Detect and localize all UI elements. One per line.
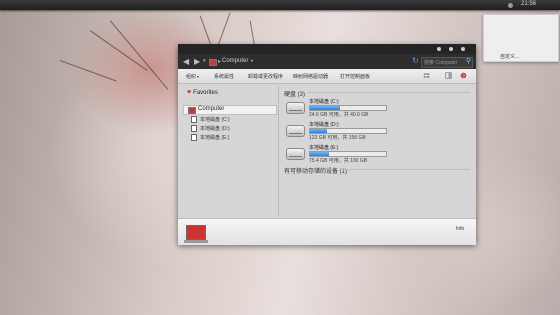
sidebar-item-computer[interactable]: Computer <box>183 105 277 115</box>
explorer-window: ◀ ▶ ▾ ▸ Computer ▸ ↻ 搜索 Computer ⚲ 组织▾ 系… <box>178 44 476 245</box>
window-titlebar[interactable] <box>178 44 476 54</box>
breadcrumb-chevron-icon[interactable]: ▸ <box>251 58 254 64</box>
menu-item-customize[interactable]: 自定义... <box>500 53 519 60</box>
drive-tile-c[interactable]: 本地磁盘 (C:) 24.6 GB 可用，共 40.0 GB <box>286 98 396 118</box>
dropdown-caret-icon: ▾ <box>197 74 200 79</box>
command-bar: 组织▾ 系统属性 卸载或更改程序 映射网络驱动器 打开控制面板 ? <box>178 69 476 84</box>
drive-tile-e[interactable]: 本地磁盘 (E:) 75.4 GB 可用，共 100 GB <box>286 144 396 164</box>
help-icon[interactable]: ? <box>460 72 467 79</box>
drive-name: 本地磁盘 (E:) <box>309 145 339 151</box>
hard-drive-icon <box>286 148 305 160</box>
sidebar-item-favorites[interactable]: ♥ Favorites <box>187 89 218 96</box>
drive-usage-fill <box>310 129 327 133</box>
group-divider <box>342 169 470 170</box>
sidebar-item-drive-e[interactable]: 本地磁盘 (E:) <box>191 134 230 142</box>
organize-button[interactable]: 组织▾ <box>186 73 199 80</box>
uninstall-program-button[interactable]: 卸载或更改程序 <box>248 73 283 80</box>
wallpaper-detail <box>59 60 117 82</box>
pane-divider[interactable] <box>278 86 279 216</box>
hdd-group-header[interactable]: 硬盘 (3) <box>284 89 305 98</box>
preview-pane-icon[interactable] <box>445 72 452 79</box>
map-network-drive-button[interactable]: 映射网络驱动器 <box>293 73 328 80</box>
sidebar-item-label: 本地磁盘 (E:) <box>200 135 230 141</box>
sidebar-item-label: 本地磁盘 (D:) <box>200 126 230 132</box>
drive-name: 本地磁盘 (D:) <box>309 122 339 128</box>
address-bar: ◀ ▶ ▾ ▸ Computer ▸ ↻ 搜索 Computer ⚲ <box>178 54 476 69</box>
search-input[interactable]: 搜索 Computer ⚲ <box>421 57 473 68</box>
drive-name: 本地磁盘 (C:) <box>309 99 339 105</box>
content-pane: 硬盘 (3) 本地磁盘 (C:) 24.6 GB 可用，共 40.0 GB 本地… <box>282 86 472 216</box>
sidebar-item-label: Computer <box>198 106 225 112</box>
drive-usage-fill <box>310 152 329 156</box>
navigation-pane: ♥ Favorites Computer 本地磁盘 (C:) 本地磁盘 (D:) … <box>181 86 277 216</box>
favorites-heart-icon: ♥ <box>187 89 192 96</box>
search-placeholder: 搜索 Computer <box>424 60 458 66</box>
back-arrow-icon[interactable]: ◀ <box>183 58 189 66</box>
recent-pages-chevron-icon[interactable]: ▾ <box>203 58 206 65</box>
drive-icon <box>191 116 197 124</box>
close-button[interactable] <box>461 47 465 51</box>
computer-icon <box>209 59 217 66</box>
minimize-button[interactable] <box>437 47 441 51</box>
open-control-panel-button[interactable]: 打开控制面板 <box>340 73 370 80</box>
organize-label: 组织 <box>186 74 197 80</box>
maximize-button[interactable] <box>449 47 453 51</box>
hard-drive-icon <box>286 125 305 137</box>
top-panel: 21:56 <box>0 0 560 10</box>
drive-free-space: 123 GB 可用，共 158 GB <box>309 135 366 141</box>
panel-clock[interactable]: 21:56 <box>521 1 536 7</box>
drive-icon <box>191 125 197 133</box>
favorites-label: Favorites <box>193 90 218 96</box>
drive-free-space: 75.4 GB 可用，共 100 GB <box>309 158 368 164</box>
breadcrumb-separator-icon[interactable]: ▸ <box>218 58 221 65</box>
hard-drive-icon <box>286 102 305 114</box>
sidebar-item-label: 本地磁盘 (C:) <box>200 117 230 123</box>
removable-group-header[interactable]: 有可移动存储的设备 (1) <box>284 166 347 175</box>
desktop-context-menu: 自定义... <box>483 14 559 62</box>
drive-tile-d[interactable]: 本地磁盘 (D:) 123 GB 可用，共 158 GB <box>286 121 396 141</box>
system-properties-button[interactable]: 系统属性 <box>214 73 234 80</box>
view-options-icon[interactable] <box>423 72 430 79</box>
tray-status-icon[interactable] <box>508 3 513 8</box>
breadcrumb-computer[interactable]: Computer <box>222 58 248 64</box>
info-button[interactable]: Info <box>456 226 464 232</box>
drive-free-space: 24.6 GB 可用，共 40.0 GB <box>309 112 369 118</box>
sidebar-item-drive-d[interactable]: 本地磁盘 (D:) <box>191 125 230 133</box>
drive-icon <box>191 134 197 142</box>
sidebar-item-drive-c[interactable]: 本地磁盘 (C:) <box>191 116 230 124</box>
drive-usage-fill <box>310 106 340 110</box>
search-icon[interactable]: ⚲ <box>466 58 471 66</box>
forward-arrow-icon[interactable]: ▶ <box>194 58 200 66</box>
svg-text:?: ? <box>462 73 465 79</box>
group-divider <box>308 92 470 93</box>
refresh-icon[interactable]: ↻ <box>412 57 419 65</box>
wallpaper-detail <box>89 30 148 72</box>
wallpaper-detail <box>109 20 169 90</box>
details-pane: Info <box>178 218 476 245</box>
computer-icon <box>184 225 208 243</box>
computer-icon <box>188 107 196 114</box>
